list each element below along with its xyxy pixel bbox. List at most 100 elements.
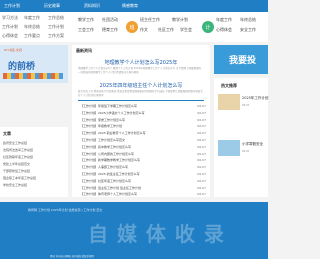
article-row[interactable]: 【工作计划】体育老师个人工作计划怎么写 06-07 [80,191,206,197]
article-title[interactable]: 【工作计划】初中教学工作计划怎么写 [80,144,131,150]
category-link[interactable]: 年度工作 [216,17,232,23]
topic-link[interactable]: 社团活动 [102,17,118,23]
article-date: 06-07 [197,117,206,122]
category-link[interactable]: 工作计划 [2,24,18,30]
article-row[interactable]: 【工作计划】2025 职业教育个人工作计划怎么写 06-07 [80,130,206,136]
article-row[interactable]: 【工作计划】年级教学工作计划 06-07 [80,123,206,129]
footer-text: 教师网 工作计划 2025年计划 优质资源 | 工作计划 范文 [28,208,103,212]
headline-link[interactable]: 2025年四年级班主任个人计划怎么写 [72,82,210,89]
category-link[interactable]: 工作要点 [24,33,40,39]
topic-link[interactable]: 德育工作 [102,27,118,33]
thumbnail[interactable] [218,94,240,110]
category-link[interactable]: 工作方案 [48,33,64,39]
article-title[interactable]: 【工作计划】2025 的班主任工作计划怎么写 [80,171,140,177]
article-row[interactable]: 【工作计划】工作计划怎么写范文 06-07 [80,137,206,143]
article-date: 06-07 [197,131,206,136]
article-link[interactable]: 社区残联年度工作总结 [3,155,33,159]
category-link[interactable]: 学习方法 [2,15,18,21]
advertisement[interactable]: 我要投 [214,45,268,74]
article-date: 06-07 [197,110,206,115]
article-link[interactable]: 党建上半年总结范文 [3,162,30,166]
footer-text: 网站 内容来自网络 如有侵权请联系删除 [50,255,95,258]
article-date: 06-07 [197,151,206,156]
plan-icon[interactable]: 计 [202,21,214,33]
category-link[interactable]: 心得体会 [2,33,18,39]
article-title[interactable]: 【工作计划】新学期数学教学工作计划怎么写 [80,157,140,163]
nav-item[interactable]: 情感教育 [122,2,138,9]
article-date: 06-07 [197,104,206,108]
banner-title: 的前桥 [8,62,36,72]
article-row[interactable]: 【工作计划】社区年度工作计划怎么写 06-07 [80,178,206,184]
featured-banner[interactable]: DIY书签 文具 的前桥 [0,45,68,83]
article-row[interactable]: 【工作计划】年级班下学期工作计划怎么写 06-07 [80,103,206,109]
article-link[interactable]: 国企职工本年度工作总结 [3,176,36,180]
topic-link[interactable]: 教学计划 [172,17,188,23]
category-link[interactable]: 心得体会 [216,27,232,33]
category-link[interactable]: 工作总结 [48,15,64,21]
article-row[interactable]: 【工作计划】人事部工作计划怎么写 06-07 [80,164,206,170]
article-date: 06-07 [197,172,206,176]
article-summary: 地理教学工作个人计划怎么写？教师个人工作计划 2025年地理教学工作个人计划怎么… [78,67,201,74]
article-title[interactable]: 【工作计划】公司内部的工作计划怎么写 [80,151,134,157]
article-date: 06-07 [197,124,206,129]
article-title[interactable]: 【工作计划】社区年度工作计划怎么写 [80,178,131,184]
topic-link[interactable]: 工会工作 [78,27,94,33]
panel-title: 热文推荐 [221,83,237,88]
article-title[interactable]: 【工作计划】工作计划怎么写范文 [80,137,125,143]
article-row[interactable]: 【工作计划】班主任工作计划 班主任工作计划 06-07 [80,185,206,191]
article-title[interactable]: 【工作计划】2025 职业教育个人工作计划怎么写 [80,130,146,136]
thumbnail[interactable] [218,140,240,156]
nav-item[interactable]: 工作计划 [4,2,20,9]
article-date: 06-07 [197,144,206,149]
headline-link[interactable]: 地理教学个人计划怎么写2025年 [72,59,210,66]
topic-link[interactable]: 学生会 [180,27,192,33]
article-title[interactable]: 【工作计划】人事部工作计划怎么写 [80,164,128,170]
article-link[interactable]: 法院司法改革工作总结 [3,148,33,152]
category-link[interactable]: 安全工作 [240,27,256,33]
nav-item[interactable]: 历史故事 [44,2,60,9]
article-row[interactable]: 【工作计划】公司内部的工作计划怎么写 06-07 [80,151,206,157]
recommend-link[interactable]: 2025年工作计划 [242,96,268,101]
topic-link[interactable]: 教学工作 [78,17,94,23]
recommend-link[interactable]: 小学寒假安全 [242,142,263,147]
section-title: 最新资讯 [76,48,92,53]
watermark: 自 媒 体 收 录 [88,222,225,246]
category-link[interactable]: 工作计划 [48,24,64,30]
article-row[interactable]: 【工作计划】新学期数学教学工作计划怎么写 06-07 [80,157,206,163]
article-title[interactable]: 【工作计划】体育老师个人工作计划怎么写 [80,191,137,197]
nav-item[interactable]: 资料知识 [84,2,100,9]
category-link[interactable]: 年度工作 [24,15,40,21]
article-title[interactable]: 【工作计划】2025小学语文个人工作计划怎么写 [80,110,145,116]
article-title[interactable]: 【工作计划】年级班下学期工作计划怎么写 [80,103,137,109]
article-date: 06-07 [197,138,206,142]
article-date: 06-07 [197,165,206,170]
article-row[interactable]: 【工作计划】2025小学语文个人工作计划怎么写 06-07 [80,110,206,116]
panel-title: 文章 [3,131,11,136]
article-date: 06-07 [197,185,206,190]
left-article-panel: 文章 政府安全工作总结 法院司法改革工作总结 社区残联年度工作总结 党建上半年总… [0,127,68,197]
banner-subtitle: DIY书签 文具 [4,48,22,52]
ad-text: 我要投 [229,56,257,66]
class-icon[interactable]: 班 [126,21,138,33]
latest-news: 最新资讯 地理教学个人计划怎么写2025年 地理教学工作个人计划怎么写？教师个人… [72,45,210,197]
topic-link[interactable]: 作文 [140,27,148,33]
article-date: 06-07 [197,178,206,183]
recommend-date: 05-07 [242,104,250,107]
article-row[interactable]: 【工作计划】家委工作计划怎么写 06-07 [80,117,206,123]
article-row[interactable]: 【工作计划】初中教学工作计划怎么写 06-07 [80,144,206,150]
top-navigation: 工作计划 历史故事 资料知识 情感教育 [0,0,268,12]
article-row[interactable]: 【工作计划】2025 的班主任工作计划怎么写 06-07 [80,171,206,177]
category-link[interactable]: 年终总结 [240,17,256,23]
article-link[interactable]: 政府安全工作总结 [3,141,27,145]
article-title[interactable]: 【工作计划】年级教学工作计划 [80,123,122,129]
category-link[interactable]: 年终总结 [24,24,40,30]
topic-link[interactable]: 班主任工作 [140,17,160,23]
article-title[interactable]: 【工作计划】家委工作计划怎么写 [80,117,125,123]
article-link[interactable]: 学校安全工作总结 [3,183,27,187]
article-link[interactable]: 干部研修班工作总结 [3,169,30,173]
right-category-links: 计 年度工作 年终总结 心得体会 安全工作 [200,12,268,42]
divider [78,100,204,101]
article-title[interactable]: 【工作计划】班主任工作计划 班主任工作计划 [80,185,141,191]
books-illustration [3,73,63,79]
topic-link[interactable]: 社区工作 [158,27,174,33]
